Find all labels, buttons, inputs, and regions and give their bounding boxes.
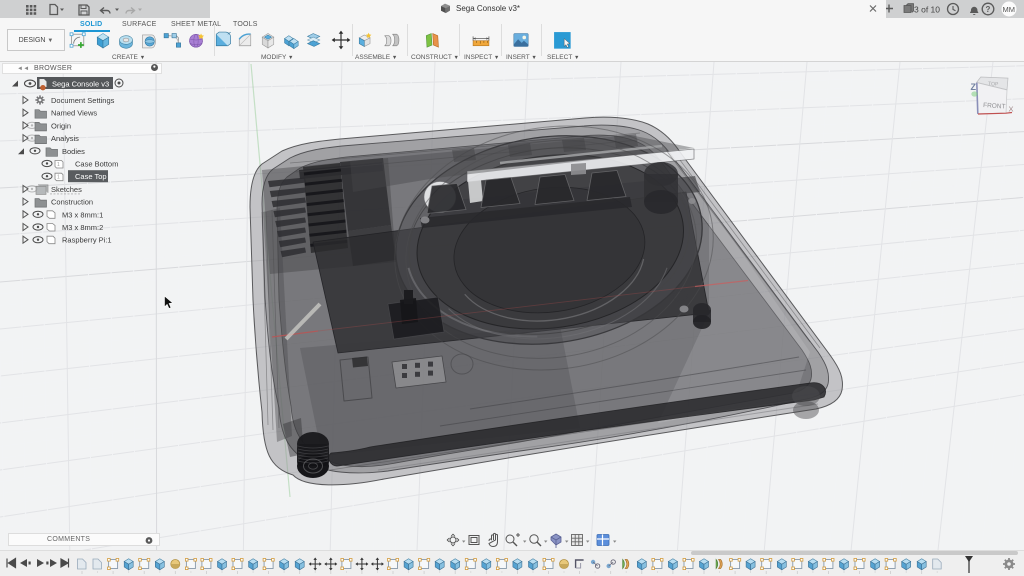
- svg-text:Construction: Construction: [51, 198, 93, 207]
- svg-text:X: X: [1009, 105, 1014, 114]
- svg-text:Case Bottom: Case Bottom: [75, 160, 118, 169]
- svg-text:Sketches: Sketches: [51, 185, 82, 194]
- svg-text:M3 x 8mm:2: M3 x 8mm:2: [62, 223, 103, 232]
- svg-text:Case Top: Case Top: [75, 172, 107, 181]
- svg-text:Analysis: Analysis: [51, 134, 79, 143]
- svg-text:1: 1: [57, 175, 60, 181]
- svg-text:?: ?: [986, 5, 991, 14]
- svg-text:Origin: Origin: [51, 121, 71, 130]
- svg-text:Raspberry Pi:1: Raspberry Pi:1: [62, 236, 112, 245]
- svg-text:Named Views: Named Views: [51, 109, 97, 118]
- svg-text:MM: MM: [1003, 5, 1016, 14]
- svg-text:Z: Z: [971, 82, 977, 92]
- svg-text:Bodies: Bodies: [62, 147, 85, 156]
- svg-text:1: 1: [57, 162, 60, 168]
- svg-text:Document Settings: Document Settings: [51, 96, 115, 105]
- svg-text:TOP: TOP: [988, 81, 999, 88]
- svg-text:3 of 10: 3 of 10: [914, 5, 940, 15]
- svg-text:Sega Console v3: Sega Console v3: [52, 80, 109, 89]
- svg-text:M3 x 8mm:1: M3 x 8mm:1: [62, 210, 103, 219]
